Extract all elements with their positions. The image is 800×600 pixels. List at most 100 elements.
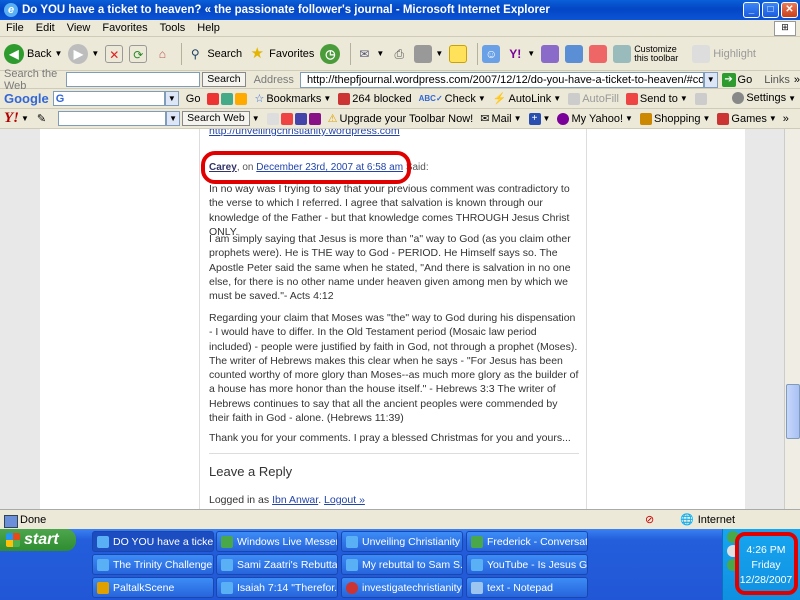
- taskbar-item-label: Frederick - Conversat...: [487, 535, 588, 548]
- menu-help[interactable]: Help: [191, 22, 226, 34]
- research-icon: [541, 44, 560, 63]
- chevron-down-icon[interactable]: ▼: [252, 114, 260, 123]
- autolink-button[interactable]: ⚡ AutoLink ▼: [493, 92, 561, 106]
- favorites-button[interactable]: ★ Favorites: [248, 45, 314, 63]
- google-go-button[interactable]: Go: [186, 93, 201, 105]
- yahoo-plus-button[interactable]: + ▼: [528, 112, 550, 125]
- messenger-button[interactable]: ☺: [482, 44, 501, 63]
- autofill-button[interactable]: AutoFill: [568, 92, 619, 105]
- commenter-website-link[interactable]: http://unveilingchristianity.wordpress.c…: [209, 129, 400, 137]
- yahoo-mail-button[interactable]: ✉ Mail ▼: [480, 112, 521, 126]
- scrollbar-thumb[interactable]: [786, 384, 800, 439]
- taskbar-item[interactable]: DO YOU have a ticket...: [92, 531, 214, 552]
- menu-favorites[interactable]: Favorites: [96, 22, 153, 34]
- highlighter-button[interactable]: [694, 92, 707, 105]
- windows-flag-icon: [6, 533, 20, 547]
- minimize-button[interactable]: _: [743, 2, 760, 18]
- address-dropdown-button[interactable]: ▼: [703, 71, 718, 88]
- taskbar-item[interactable]: My rebuttal to Sam S...: [341, 554, 463, 575]
- search-web-button[interactable]: Search Web: [182, 111, 250, 126]
- edit-button[interactable]: ▼: [414, 44, 443, 63]
- yahoo-toolbar: Y! ▼ ✎ ▼ Search Web ▼ ⚠ Upgrade your Too…: [0, 109, 800, 129]
- spellcheck-button[interactable]: ABC✓ Check ▼: [419, 93, 486, 105]
- address-input[interactable]: http://thepfjournal.wordpress.com/2007/1…: [299, 71, 704, 88]
- yahoo-search-input[interactable]: [58, 111, 167, 126]
- taskbar-item[interactable]: investigatechristianity: [341, 577, 463, 598]
- google-mail-icon: [207, 92, 220, 105]
- taskbar-item[interactable]: Frederick - Conversat...: [466, 531, 588, 552]
- notes-button[interactable]: [449, 44, 468, 63]
- autolink-label: AutoLink: [508, 92, 552, 105]
- google-dropdown[interactable]: ▼: [164, 91, 179, 106]
- taskbar-item[interactable]: YouTube - Is Jesus G...: [466, 554, 588, 575]
- taskbar-item[interactable]: Sami Zaatri's Rebuttal...: [216, 554, 338, 575]
- chevron-right-icon[interactable]: »: [794, 74, 800, 86]
- discuss-button[interactable]: [565, 44, 584, 63]
- go-arrow-icon: ➔: [721, 72, 736, 87]
- search-button[interactable]: ⚲ Search: [186, 45, 242, 63]
- taskbar-item-label: My rebuttal to Sam S...: [362, 558, 463, 571]
- favorites-label: Favorites: [269, 47, 315, 60]
- google-tools[interactable]: [207, 92, 248, 105]
- taskbar-item[interactable]: The Trinity Challenge...: [92, 554, 214, 575]
- yahoo-logo[interactable]: Y!: [4, 110, 19, 127]
- taskbar-item[interactable]: Isaiah 7:14 "Therefor...: [216, 577, 338, 598]
- google-settings-button[interactable]: Settings ▼: [732, 92, 796, 104]
- send-to-label: Send to: [639, 92, 678, 105]
- logged-in-line: Logged in as Ibn Anwar. Logout »: [209, 494, 365, 506]
- search-web-input[interactable]: [65, 72, 201, 87]
- taskbar-item-label: The Trinity Challenge...: [113, 558, 214, 571]
- menu-tools[interactable]: Tools: [154, 22, 192, 34]
- menu-view[interactable]: View: [61, 22, 97, 34]
- history-button[interactable]: ◷: [320, 43, 341, 64]
- yahoo-tools[interactable]: [266, 112, 321, 125]
- taskbar-item-label: DO YOU have a ticket...: [113, 535, 214, 548]
- pencil-icon[interactable]: ✎: [37, 112, 46, 125]
- user-profile-link[interactable]: Ibn Anwar: [272, 494, 318, 506]
- start-button[interactable]: start: [0, 529, 76, 551]
- taskbar-item-label: Unveiling Christianity ...: [362, 535, 463, 548]
- print-button[interactable]: ⎙: [390, 45, 408, 63]
- customize-toolbar-button[interactable]: Customize this toolbar: [613, 44, 686, 63]
- highlight-button[interactable]: Highlight: [692, 44, 756, 63]
- back-button[interactable]: ◀ Back ▼: [4, 43, 62, 64]
- autofill-label: AutoFill: [582, 92, 619, 105]
- taskbar-item[interactable]: Unveiling Christianity ...: [341, 531, 463, 552]
- google-search-input[interactable]: G: [52, 91, 165, 106]
- yahoo-button[interactable]: Y! ▼: [506, 45, 535, 63]
- games-button[interactable]: Games ▼: [717, 112, 777, 125]
- my-yahoo-button[interactable]: My Yahoo! ▼: [557, 112, 633, 125]
- stop-button[interactable]: ✕: [105, 44, 124, 63]
- toolbar-divider: [477, 42, 479, 65]
- logout-link[interactable]: Logout »: [324, 494, 365, 506]
- msn-button[interactable]: [589, 44, 608, 63]
- bookmarks-button[interactable]: ☆ Bookmarks ▼: [254, 92, 331, 106]
- taskbar-item[interactable]: text - Notepad: [466, 577, 588, 598]
- maximize-button[interactable]: □: [762, 2, 779, 18]
- shopping-button[interactable]: Shopping ▼: [639, 112, 710, 125]
- forward-button[interactable]: ▶ ▼: [68, 43, 99, 64]
- search-web-button[interactable]: Search: [202, 72, 246, 87]
- edit-icon: [414, 44, 433, 63]
- close-button[interactable]: ✕: [781, 2, 798, 18]
- go-button[interactable]: ➔ Go: [721, 72, 752, 87]
- refresh-button[interactable]: ⟳: [129, 44, 148, 63]
- menu-file[interactable]: File: [0, 22, 30, 34]
- menu-edit[interactable]: Edit: [30, 22, 61, 34]
- taskbar-item[interactable]: PaltalkScene: [92, 577, 214, 598]
- status-bar: Done ⊘ 🌐 Internet: [0, 509, 800, 529]
- links-button[interactable]: Links: [764, 74, 790, 86]
- home-button[interactable]: ⌂: [153, 45, 171, 63]
- yahoo-search-dropdown[interactable]: ▼: [166, 111, 181, 126]
- taskbar-item[interactable]: Windows Live Messen...: [216, 531, 338, 552]
- upgrade-toolbar-button[interactable]: ⚠ Upgrade your Toolbar Now!: [328, 112, 474, 126]
- chevron-down-icon[interactable]: ▼: [21, 114, 29, 123]
- mail-button[interactable]: ✉ ▼: [355, 45, 384, 63]
- ie-icon: [97, 535, 109, 548]
- vertical-scrollbar[interactable]: [784, 129, 800, 509]
- history-icon: ◷: [320, 43, 341, 64]
- popup-blocked-button[interactable]: 264 blocked: [338, 92, 412, 105]
- research-button[interactable]: [541, 44, 560, 63]
- send-to-button[interactable]: Send to ▼: [625, 92, 688, 105]
- chevron-right-icon[interactable]: »: [783, 113, 789, 125]
